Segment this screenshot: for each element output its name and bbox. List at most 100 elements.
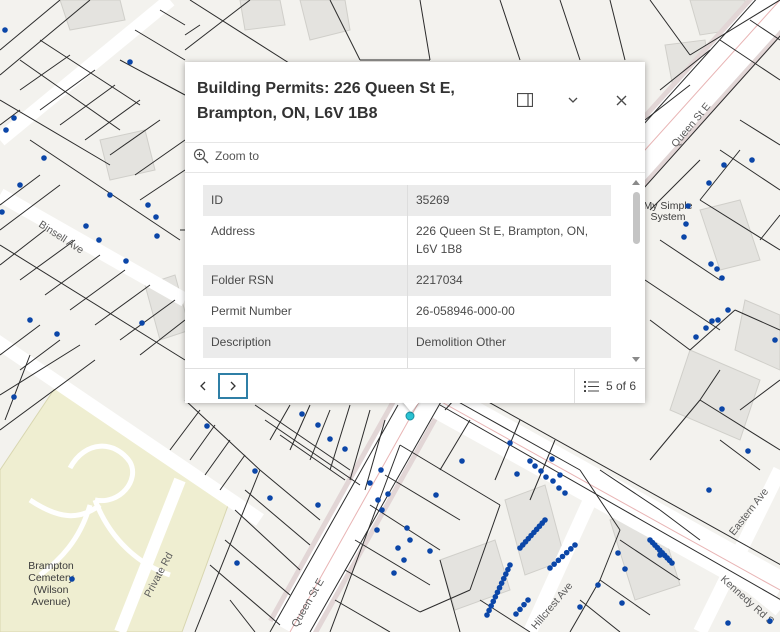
- permit-point[interactable]: [385, 491, 391, 497]
- permit-point[interactable]: [767, 618, 773, 624]
- scroll-down-arrow-icon[interactable]: [632, 357, 640, 362]
- permit-point[interactable]: [69, 576, 75, 582]
- permit-point[interactable]: [234, 560, 240, 566]
- permit-point[interactable]: [54, 331, 60, 337]
- permit-point[interactable]: [719, 275, 725, 281]
- dock-button[interactable]: [511, 86, 539, 114]
- permit-point[interactable]: [708, 261, 714, 267]
- permit-point[interactable]: [154, 233, 160, 239]
- permit-point[interactable]: [525, 597, 531, 603]
- permit-point[interactable]: [41, 155, 47, 161]
- permit-point[interactable]: [555, 557, 562, 564]
- permit-point[interactable]: [706, 487, 712, 493]
- zoom-to-button[interactable]: Zoom to: [193, 148, 259, 164]
- permit-point[interactable]: [513, 611, 519, 617]
- permit-point[interactable]: [527, 458, 533, 464]
- permit-point[interactable]: [725, 307, 731, 313]
- popup-content[interactable]: ID 35269 Address 226 Queen St E, Brampto…: [185, 172, 645, 369]
- permit-point[interactable]: [542, 517, 548, 523]
- permit-point[interactable]: [401, 557, 407, 563]
- permit-point[interactable]: [83, 223, 89, 229]
- permit-point[interactable]: [557, 472, 563, 478]
- permit-point[interactable]: [547, 565, 553, 571]
- permit-point[interactable]: [562, 490, 568, 496]
- permit-point[interactable]: [559, 553, 566, 560]
- permit-point[interactable]: [615, 550, 621, 556]
- permit-point[interactable]: [715, 317, 721, 323]
- permit-point[interactable]: [507, 562, 513, 568]
- permit-point[interactable]: [549, 456, 555, 462]
- previous-feature-button[interactable]: [188, 373, 218, 399]
- permit-point[interactable]: [27, 317, 33, 323]
- permit-point[interactable]: [3, 127, 9, 133]
- permit-point[interactable]: [342, 446, 348, 452]
- permit-point[interactable]: [252, 468, 258, 474]
- permit-point[interactable]: [2, 27, 8, 33]
- permit-point[interactable]: [556, 485, 562, 491]
- permit-point[interactable]: [538, 468, 544, 474]
- permit-point[interactable]: [595, 582, 601, 588]
- permit-point[interactable]: [427, 548, 433, 554]
- permit-point[interactable]: [550, 478, 556, 484]
- scroll-up-arrow-icon[interactable]: [632, 180, 640, 185]
- permit-point[interactable]: [563, 549, 570, 556]
- permit-point[interactable]: [749, 157, 755, 163]
- permit-point[interactable]: [703, 325, 709, 331]
- permit-point[interactable]: [622, 566, 628, 572]
- permit-point[interactable]: [459, 458, 465, 464]
- feature-list-button[interactable]: 5 of 6: [574, 369, 645, 403]
- close-button[interactable]: [607, 86, 635, 114]
- permit-point[interactable]: [543, 474, 549, 480]
- permit-point[interactable]: [315, 502, 321, 508]
- permit-point[interactable]: [551, 561, 557, 567]
- permit-point[interactable]: [772, 337, 778, 343]
- permit-point[interactable]: [681, 234, 687, 240]
- permit-point[interactable]: [375, 497, 381, 503]
- permit-point[interactable]: [315, 422, 321, 428]
- scroll-thumb[interactable]: [633, 192, 640, 244]
- permit-point[interactable]: [532, 463, 538, 469]
- permit-point[interactable]: [107, 192, 113, 198]
- permit-point[interactable]: [693, 334, 699, 340]
- permit-point[interactable]: [379, 507, 385, 513]
- permit-point[interactable]: [374, 527, 380, 533]
- permit-point[interactable]: [514, 471, 520, 477]
- permit-point[interactable]: [619, 600, 625, 606]
- permit-point[interactable]: [123, 258, 129, 264]
- permit-point[interactable]: [267, 495, 273, 501]
- permit-point[interactable]: [721, 162, 727, 168]
- permit-point[interactable]: [568, 546, 574, 552]
- selected-permit-point[interactable]: [405, 411, 415, 421]
- permit-point[interactable]: [367, 480, 373, 486]
- next-feature-button[interactable]: [218, 373, 248, 399]
- permit-point[interactable]: [395, 545, 401, 551]
- permit-point[interactable]: [521, 601, 527, 608]
- permit-point[interactable]: [725, 620, 731, 626]
- permit-point[interactable]: [683, 221, 689, 227]
- permit-point[interactable]: [709, 318, 715, 324]
- permit-point[interactable]: [433, 492, 439, 498]
- permit-point[interactable]: [299, 411, 305, 417]
- permit-point[interactable]: [507, 440, 513, 446]
- collapse-button[interactable]: [559, 86, 587, 114]
- permit-point[interactable]: [706, 180, 712, 186]
- permit-point[interactable]: [378, 467, 384, 473]
- permit-point[interactable]: [577, 604, 583, 610]
- permit-point[interactable]: [714, 266, 720, 272]
- permit-point[interactable]: [153, 214, 159, 220]
- permit-point[interactable]: [745, 448, 751, 454]
- permit-point[interactable]: [127, 59, 133, 65]
- permit-point[interactable]: [139, 320, 145, 326]
- permit-point[interactable]: [517, 606, 523, 613]
- permit-point[interactable]: [11, 115, 17, 121]
- permit-point[interactable]: [17, 182, 23, 188]
- permit-point[interactable]: [572, 542, 578, 548]
- permit-point[interactable]: [11, 394, 17, 400]
- permit-point[interactable]: [391, 570, 397, 576]
- permit-point[interactable]: [685, 203, 691, 209]
- permit-point[interactable]: [327, 436, 333, 442]
- permit-point[interactable]: [669, 560, 675, 566]
- permit-point[interactable]: [404, 525, 410, 531]
- popup-scrollbar[interactable]: [632, 180, 642, 362]
- permit-point[interactable]: [407, 537, 413, 543]
